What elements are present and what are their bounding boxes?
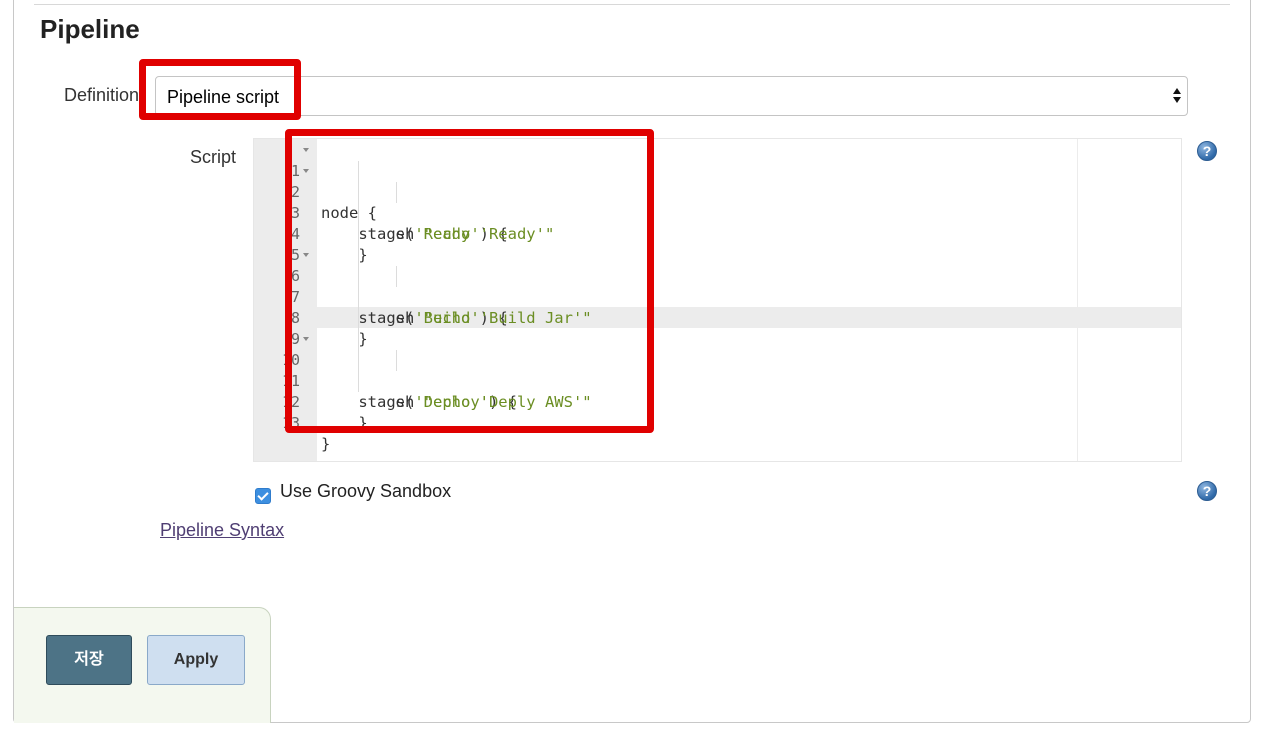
script-help-icon[interactable]: ? — [1197, 141, 1217, 161]
definition-label: Definition — [64, 85, 140, 105]
annotation-highlight-box-definition — [139, 59, 301, 120]
section-title: Pipeline — [40, 14, 140, 44]
groovy-sandbox-label: Use Groovy Sandbox — [280, 481, 452, 501]
section-divider — [34, 4, 1230, 5]
select-arrows-icon — [1173, 87, 1181, 105]
pipeline-syntax-link[interactable]: Pipeline Syntax — [160, 520, 284, 541]
save-button[interactable]: 저장 — [46, 635, 132, 685]
groovy-sandbox-checkbox[interactable] — [255, 488, 271, 504]
annotation-highlight-box-script — [285, 129, 654, 433]
apply-button[interactable]: Apply — [147, 635, 245, 685]
sandbox-help-icon[interactable]: ? — [1197, 481, 1217, 501]
code-text: } — [321, 435, 331, 453]
script-label: Script — [190, 147, 237, 167]
definition-select[interactable]: Pipeline script — [155, 76, 1188, 116]
